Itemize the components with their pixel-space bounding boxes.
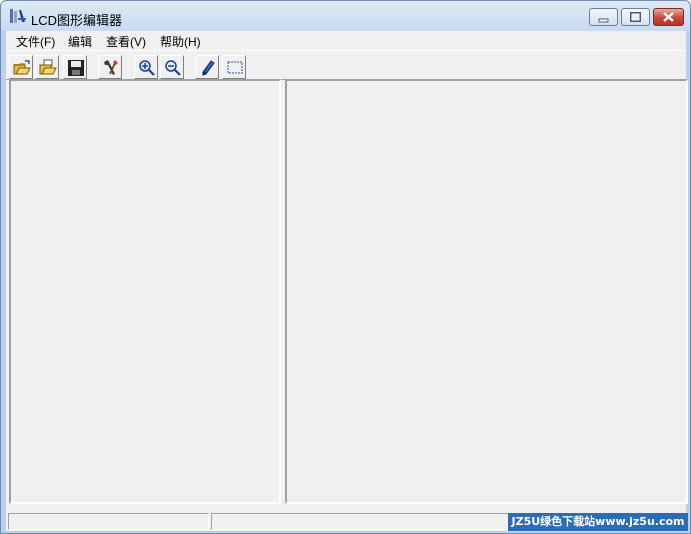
pencil-button[interactable] — [195, 55, 219, 79]
watermark: JZ5U绿色下载站www.jz5u.com — [508, 513, 688, 531]
left-pane[interactable] — [9, 79, 281, 504]
window-title: LCD图形编辑器 — [31, 13, 123, 28]
pencil-icon — [202, 60, 215, 76]
zoom-out-icon — [165, 60, 181, 76]
menu-view[interactable]: 查看(V) — [106, 33, 146, 50]
maximize-icon — [630, 12, 641, 22]
menu-edit[interactable]: 编辑 — [68, 33, 92, 50]
selection-rectangle-icon — [227, 61, 243, 74]
status-field-1 — [8, 513, 209, 530]
toolbar — [6, 50, 686, 80]
menu-bar: 文件(F) 编辑 查看(V) 帮助(H) — [6, 31, 686, 50]
tools-icon — [104, 59, 119, 75]
close-icon — [663, 12, 674, 22]
save-button[interactable] — [63, 55, 87, 79]
open-file-button[interactable] — [35, 55, 59, 79]
app-window: LCD图形编辑器 文件(F) 编辑 查看(V) 帮助(H) — [0, 0, 691, 534]
open-file-icon — [39, 59, 57, 75]
right-pane[interactable] — [285, 79, 688, 504]
open-folder-button[interactable] — [9, 55, 33, 79]
title-bar[interactable]: LCD图形编辑器 — [1, 1, 690, 31]
open-folder-icon — [13, 60, 31, 75]
close-button[interactable] — [653, 8, 684, 26]
client-area: 文件(F) 编辑 查看(V) 帮助(H) — [6, 31, 688, 531]
menu-file[interactable]: 文件(F) — [16, 33, 55, 50]
tools-button[interactable] — [98, 55, 122, 79]
maximize-button[interactable] — [621, 8, 650, 26]
save-icon — [68, 60, 84, 76]
zoom-in-icon — [139, 60, 155, 76]
minimize-button[interactable] — [589, 8, 618, 26]
app-icon — [9, 8, 27, 24]
select-button[interactable] — [222, 55, 246, 79]
minimize-icon — [598, 18, 609, 23]
zoom-out-button[interactable] — [160, 55, 184, 79]
menu-help[interactable]: 帮助(H) — [160, 33, 201, 50]
zoom-in-button[interactable] — [134, 55, 158, 79]
